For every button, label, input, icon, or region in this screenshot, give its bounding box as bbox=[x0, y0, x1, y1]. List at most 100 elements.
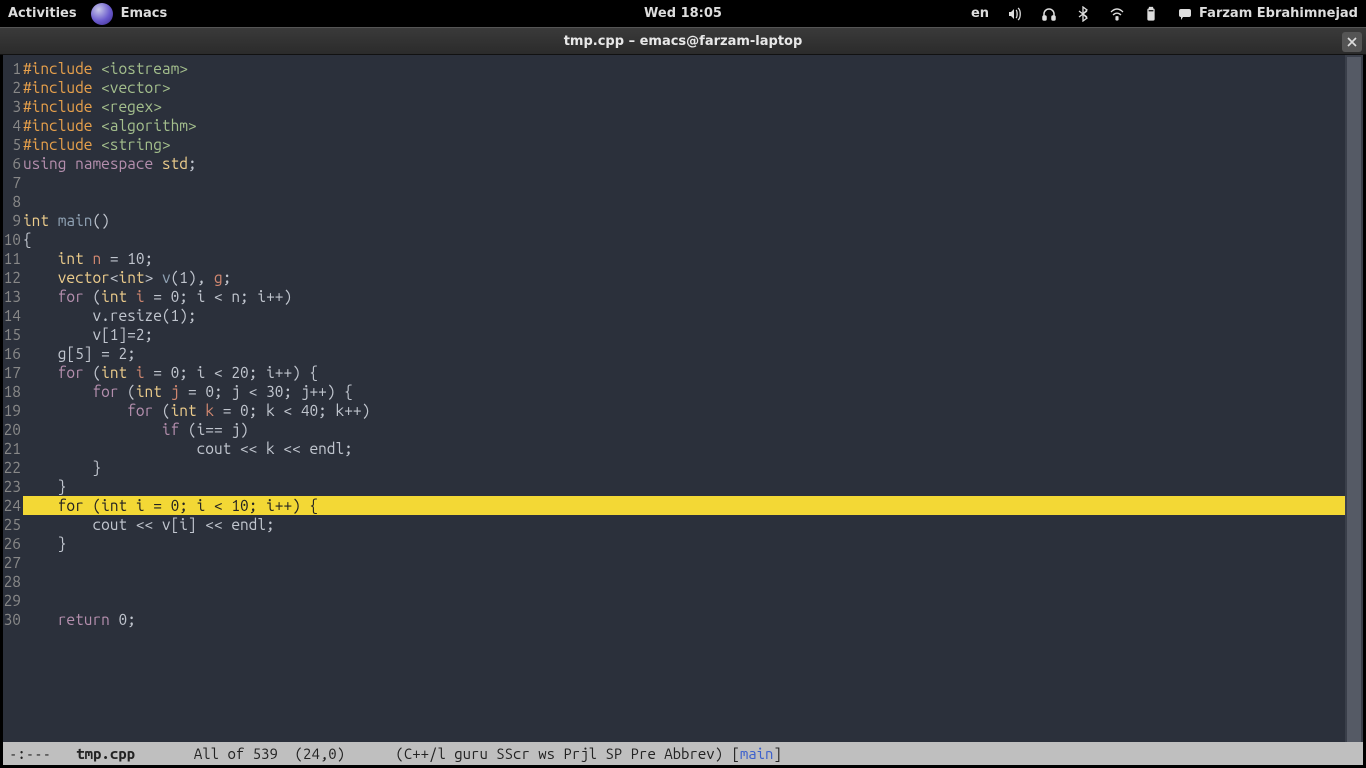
code-content: for (int i = 0; i < n; i++) bbox=[23, 287, 1363, 306]
emacs-logo-icon bbox=[91, 3, 113, 25]
line-number: 9 bbox=[3, 211, 23, 230]
line-number: 27 bbox=[3, 553, 23, 572]
clock[interactable]: Wed 18:05 bbox=[644, 6, 722, 21]
editor-pane[interactable]: 1#include <iostream>2#include <vector>3#… bbox=[3, 55, 1363, 742]
code-content: } bbox=[23, 458, 1363, 477]
line-number: 25 bbox=[3, 515, 23, 534]
activities-button[interactable]: Activities bbox=[8, 6, 77, 21]
line-number: 11 bbox=[3, 249, 23, 268]
line-number: 29 bbox=[3, 591, 23, 610]
code-content: cout << v[i] << endl; bbox=[23, 515, 1363, 534]
code-line[interactable]: 18 for (int j = 0; j < 30; j++) { bbox=[3, 382, 1363, 401]
code-content bbox=[23, 192, 1363, 211]
line-number: 10 bbox=[3, 230, 23, 249]
code-line[interactable]: 26 } bbox=[3, 534, 1363, 553]
buffer-name: tmp.cpp bbox=[76, 745, 135, 762]
code-text-area[interactable]: 1#include <iostream>2#include <vector>3#… bbox=[3, 55, 1363, 629]
code-line[interactable]: 22 } bbox=[3, 458, 1363, 477]
line-number: 17 bbox=[3, 363, 23, 382]
code-line[interactable]: 27 bbox=[3, 553, 1363, 572]
code-content: for (int i = 0; i < 10; i++) { bbox=[23, 496, 1363, 515]
code-line[interactable]: 30 return 0; bbox=[3, 610, 1363, 629]
close-icon bbox=[1347, 37, 1357, 47]
window-close-button[interactable] bbox=[1342, 32, 1362, 52]
code-line[interactable]: 9int main() bbox=[3, 211, 1363, 230]
code-content: } bbox=[23, 534, 1363, 553]
code-content: { bbox=[23, 230, 1363, 249]
line-number: 1 bbox=[3, 59, 23, 78]
line-number: 23 bbox=[3, 477, 23, 496]
line-number: 3 bbox=[3, 97, 23, 116]
line-number: 20 bbox=[3, 420, 23, 439]
code-content: v[1]=2; bbox=[23, 325, 1363, 344]
scrollbar-thumb[interactable] bbox=[1347, 57, 1361, 742]
code-line[interactable]: 29 bbox=[3, 591, 1363, 610]
code-line[interactable]: 19 for (int k = 0; k < 40; k++) bbox=[3, 401, 1363, 420]
headphones-icon[interactable] bbox=[1041, 6, 1057, 22]
code-line[interactable]: 14 v.resize(1); bbox=[3, 306, 1363, 325]
input-lang-indicator[interactable]: en bbox=[971, 6, 989, 21]
line-number: 22 bbox=[3, 458, 23, 477]
code-content bbox=[23, 173, 1363, 192]
code-content: for (int j = 0; j < 30; j++) { bbox=[23, 382, 1363, 401]
line-number: 7 bbox=[3, 173, 23, 192]
code-line[interactable]: 13 for (int i = 0; i < n; i++) bbox=[3, 287, 1363, 306]
code-content: for (int i = 0; i < 20; i++) { bbox=[23, 363, 1363, 382]
code-line[interactable]: 3#include <regex> bbox=[3, 97, 1363, 116]
line-number: 30 bbox=[3, 610, 23, 629]
code-line[interactable]: 8 bbox=[3, 192, 1363, 211]
code-content: g[5] = 2; bbox=[23, 344, 1363, 363]
code-content: v.resize(1); bbox=[23, 306, 1363, 325]
code-content: int n = 10; bbox=[23, 249, 1363, 268]
code-line[interactable]: 1#include <iostream> bbox=[3, 59, 1363, 78]
wifi-icon[interactable] bbox=[1109, 6, 1125, 22]
code-content bbox=[23, 591, 1363, 610]
code-line[interactable]: 4#include <algorithm> bbox=[3, 116, 1363, 135]
vc-branch[interactable]: main bbox=[740, 745, 774, 762]
code-line[interactable]: 24 for (int i = 0; i < 10; i++) { bbox=[3, 496, 1363, 515]
line-number: 8 bbox=[3, 192, 23, 211]
line-number: 5 bbox=[3, 135, 23, 154]
code-line[interactable]: 16 g[5] = 2; bbox=[3, 344, 1363, 363]
code-line[interactable]: 25 cout << v[i] << endl; bbox=[3, 515, 1363, 534]
volume-icon[interactable] bbox=[1007, 6, 1023, 22]
code-content: } bbox=[23, 477, 1363, 496]
code-line[interactable]: 10{ bbox=[3, 230, 1363, 249]
buffer-status: -:--- bbox=[9, 745, 51, 762]
line-number: 13 bbox=[3, 287, 23, 306]
code-content: #include <string> bbox=[23, 135, 1363, 154]
line-number: 18 bbox=[3, 382, 23, 401]
code-content: vector<int> v(1), g; bbox=[23, 268, 1363, 287]
window-titlebar: tmp.cpp – emacs@farzam-laptop bbox=[0, 27, 1366, 55]
line-number: 19 bbox=[3, 401, 23, 420]
code-line[interactable]: 20 if (i== j) bbox=[3, 420, 1363, 439]
code-line[interactable]: 7 bbox=[3, 173, 1363, 192]
line-number: 16 bbox=[3, 344, 23, 363]
code-line[interactable]: 12 vector<int> v(1), g; bbox=[3, 268, 1363, 287]
user-menu[interactable]: Farzam Ebrahimnejad bbox=[1177, 6, 1358, 22]
code-line[interactable]: 6using namespace std; bbox=[3, 154, 1363, 173]
code-content: if (i== j) bbox=[23, 420, 1363, 439]
emacs-modeline: -:--- tmp.cpp All of 539 (24,0) (C++/l g… bbox=[3, 742, 1363, 765]
battery-icon[interactable] bbox=[1143, 6, 1159, 22]
code-line[interactable]: 21 cout << k << endl; bbox=[3, 439, 1363, 458]
code-line[interactable]: 15 v[1]=2; bbox=[3, 325, 1363, 344]
line-number: 24 bbox=[3, 496, 23, 515]
vertical-scrollbar[interactable] bbox=[1345, 55, 1363, 742]
code-content: #include <iostream> bbox=[23, 59, 1363, 78]
code-line[interactable]: 17 for (int i = 0; i < 20; i++) { bbox=[3, 363, 1363, 382]
code-line[interactable]: 28 bbox=[3, 572, 1363, 591]
code-content: return 0; bbox=[23, 610, 1363, 629]
gnome-topbar: Activities Emacs Wed 18:05 en Farzam Ebr… bbox=[0, 0, 1366, 27]
bluetooth-icon[interactable] bbox=[1075, 6, 1091, 22]
code-content: #include <regex> bbox=[23, 97, 1363, 116]
code-line[interactable]: 5#include <string> bbox=[3, 135, 1363, 154]
line-number: 12 bbox=[3, 268, 23, 287]
code-line[interactable]: 2#include <vector> bbox=[3, 78, 1363, 97]
line-number: 2 bbox=[3, 78, 23, 97]
code-line[interactable]: 23 } bbox=[3, 477, 1363, 496]
app-menu[interactable]: Emacs bbox=[91, 3, 168, 25]
window-title: tmp.cpp – emacs@farzam-laptop bbox=[564, 34, 803, 49]
code-content bbox=[23, 572, 1363, 591]
code-line[interactable]: 11 int n = 10; bbox=[3, 249, 1363, 268]
